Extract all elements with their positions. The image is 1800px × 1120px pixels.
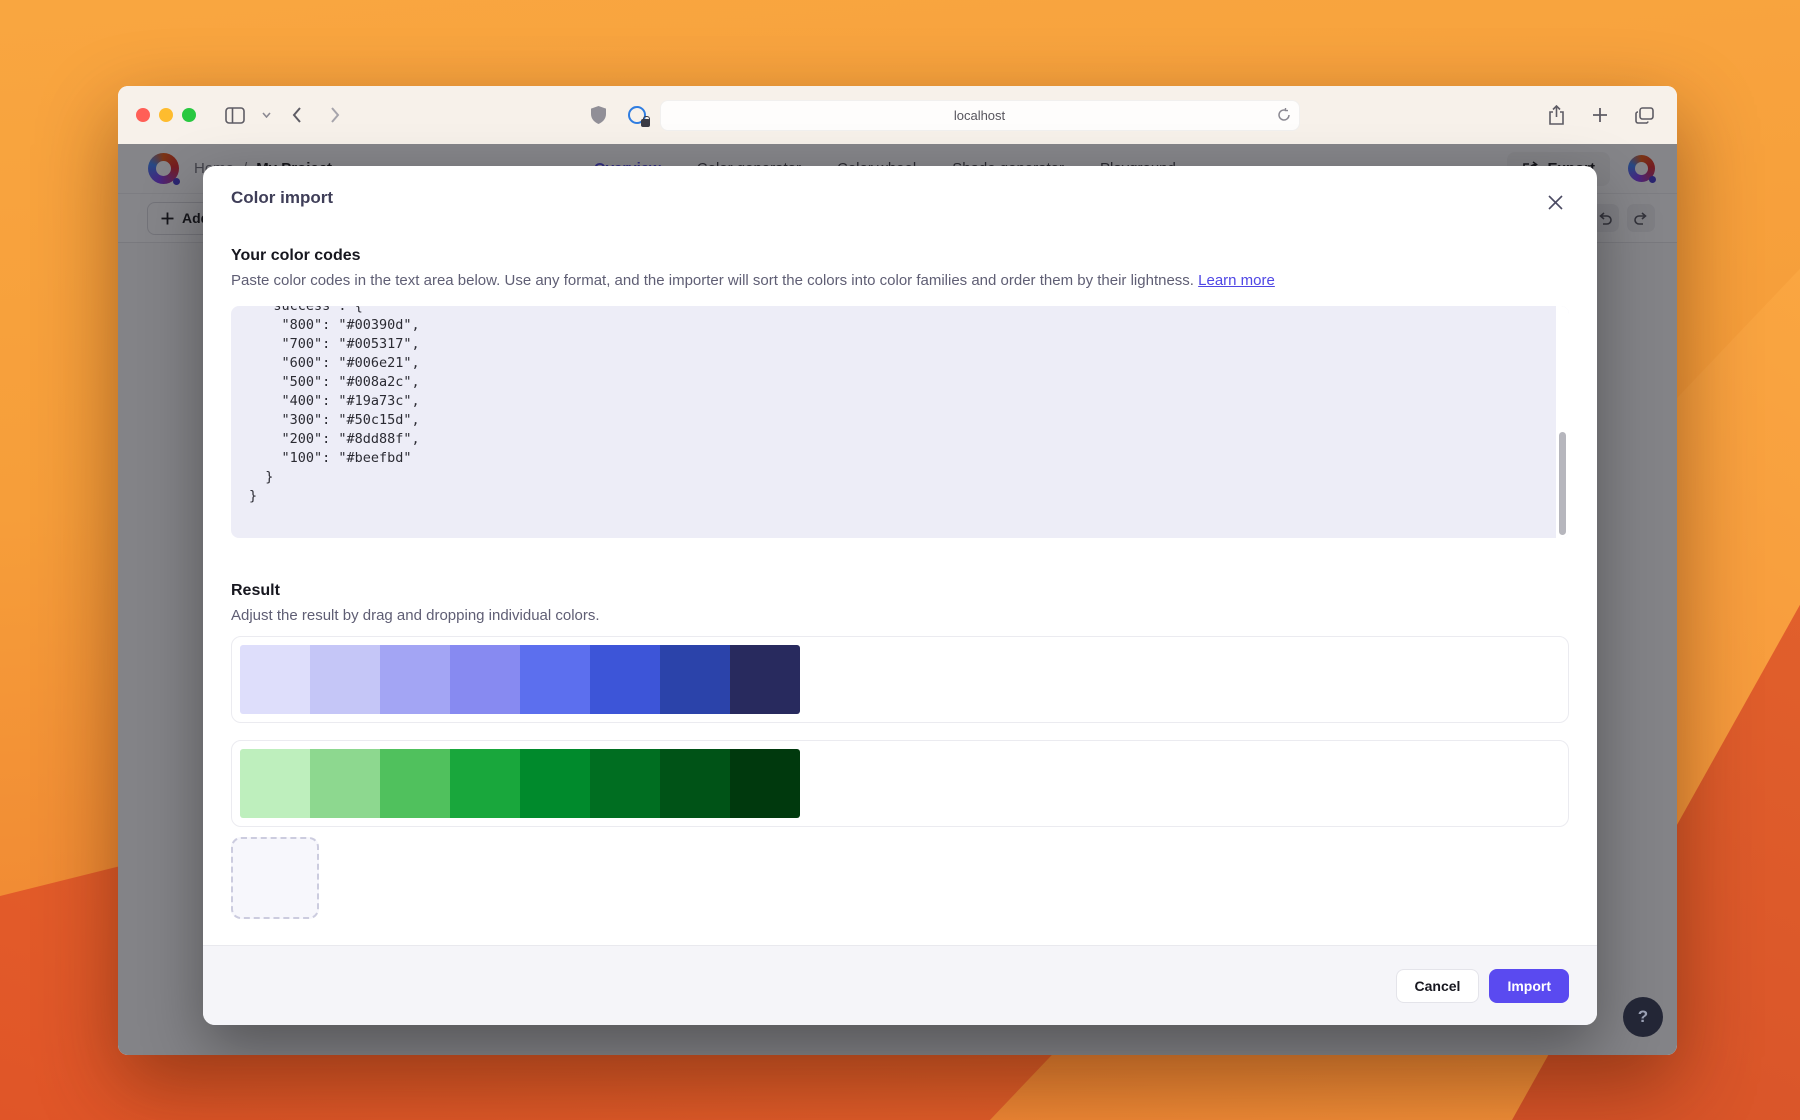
url-text: localhost [954, 108, 1005, 123]
palette-swatch-strip [240, 749, 800, 818]
result-section-description: Adjust the result by drag and dropping i… [231, 607, 1569, 624]
close-window-button[interactable] [136, 108, 150, 122]
palette-swatch-strip [240, 645, 800, 714]
color-swatch[interactable] [380, 645, 450, 714]
color-import-modal: Color import Your color codes Paste colo… [203, 166, 1597, 1025]
color-swatch[interactable] [450, 749, 520, 818]
color-codes-textarea[interactable]: "success": { "800": "#00390d", "700": "#… [231, 306, 1569, 538]
modal-title: Color import [231, 188, 1569, 208]
color-swatch[interactable] [380, 749, 450, 818]
url-bar[interactable]: localhost [660, 100, 1300, 131]
import-button[interactable]: Import [1489, 969, 1569, 1003]
color-swatch[interactable] [730, 645, 800, 714]
chevron-down-icon[interactable] [258, 101, 274, 129]
tab-overview-icon[interactable] [1629, 101, 1659, 129]
minimize-window-button[interactable] [159, 108, 173, 122]
window-controls [136, 108, 196, 122]
close-icon[interactable] [1543, 190, 1567, 214]
color-swatch[interactable] [730, 749, 800, 818]
codes-section-heading: Your color codes [231, 247, 1569, 265]
palette-row-blue [231, 636, 1569, 723]
color-swatch[interactable] [450, 645, 520, 714]
cancel-button[interactable]: Cancel [1396, 969, 1480, 1003]
color-swatch[interactable] [660, 645, 730, 714]
color-swatch[interactable] [310, 645, 380, 714]
site-permission-icon[interactable] [628, 106, 646, 124]
browser-window: localhost [118, 86, 1677, 1055]
modal-footer: Cancel Import [203, 945, 1597, 1025]
help-button[interactable]: ? [1623, 997, 1663, 1037]
sidebar-toggle-icon[interactable] [220, 101, 250, 129]
new-tab-icon[interactable] [1585, 101, 1615, 129]
color-swatch[interactable] [520, 645, 590, 714]
color-swatch[interactable] [590, 645, 660, 714]
color-swatch[interactable] [520, 749, 590, 818]
color-swatch[interactable] [310, 749, 380, 818]
color-codes-text: "success": { "800": "#00390d", "700": "#… [231, 306, 1569, 506]
back-icon[interactable] [282, 101, 312, 129]
reload-icon[interactable] [1277, 108, 1291, 122]
palette-row-green [231, 740, 1569, 827]
learn-more-link[interactable]: Learn more [1198, 272, 1275, 289]
codes-section-description: Paste color codes in the text area below… [231, 272, 1569, 289]
forward-icon[interactable] [320, 101, 350, 129]
color-swatch[interactable] [240, 749, 310, 818]
color-swatch[interactable] [660, 749, 730, 818]
privacy-shield-icon[interactable] [584, 101, 614, 129]
result-section-heading: Result [231, 582, 1569, 600]
scrollbar-thumb[interactable] [1559, 432, 1566, 535]
desktop-wallpaper: localhost [0, 0, 1800, 1120]
share-icon[interactable] [1541, 101, 1571, 129]
empty-palette-dropzone[interactable] [231, 837, 319, 919]
fullscreen-window-button[interactable] [182, 108, 196, 122]
color-swatch[interactable] [590, 749, 660, 818]
codes-description-text: Paste color codes in the text area below… [231, 272, 1198, 289]
scrollbar-track[interactable] [1556, 306, 1569, 538]
color-swatch[interactable] [240, 645, 310, 714]
browser-toolbar: localhost [118, 86, 1677, 144]
